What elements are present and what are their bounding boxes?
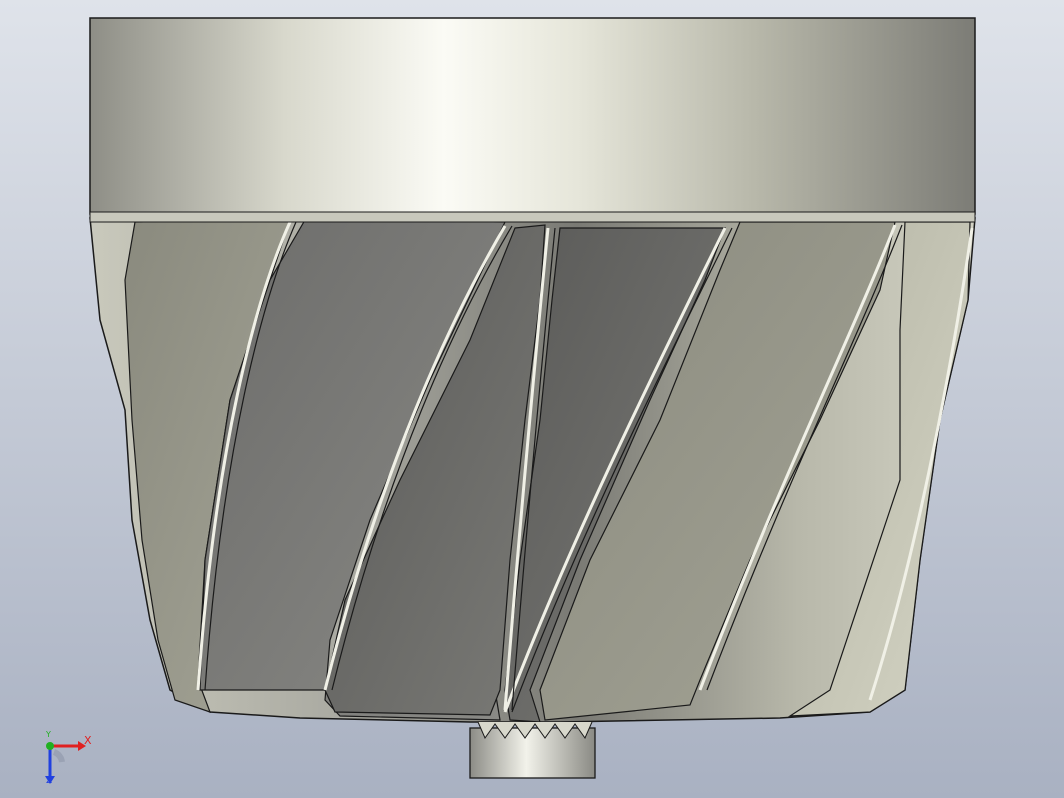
- pilot-shank[interactable]: [469, 727, 596, 779]
- cutter-collar[interactable]: [89, 17, 976, 215]
- collar-chamfer: [89, 211, 976, 223]
- axis-y-label: Y: [46, 730, 51, 739]
- cad-viewport[interactable]: [0, 0, 1064, 798]
- axis-x-label: X: [84, 734, 92, 747]
- axis-z-label: Z: [46, 776, 53, 786]
- reference-triad: X Y Z: [38, 730, 98, 790]
